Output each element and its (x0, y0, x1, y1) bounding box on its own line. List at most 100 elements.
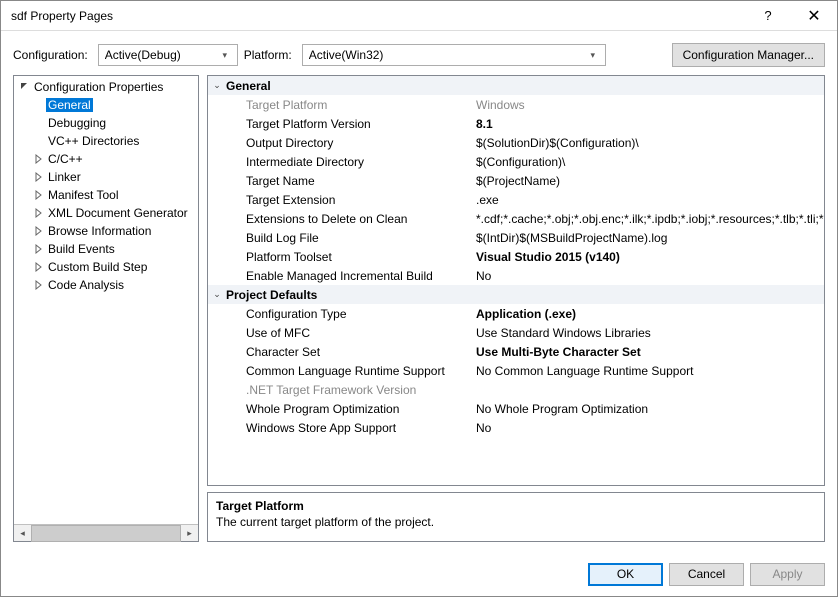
property-value[interactable]: No (470, 269, 824, 283)
help-button[interactable]: ? (745, 1, 791, 31)
tree-item[interactable]: General (14, 96, 198, 114)
expand-icon[interactable] (32, 260, 46, 274)
property-value[interactable]: Application (.exe) (470, 307, 824, 321)
tree-item[interactable]: Code Analysis (14, 276, 198, 294)
property-value[interactable]: $(SolutionDir)$(Configuration)\ (470, 136, 824, 150)
tree-item[interactable]: XML Document Generator (14, 204, 198, 222)
property-row[interactable]: Configuration TypeApplication (.exe) (208, 304, 824, 323)
tree-item[interactable]: VC++ Directories (14, 132, 198, 150)
scroll-left-icon[interactable]: ◂ (14, 525, 31, 542)
property-group-header[interactable]: ⌄Project Defaults (208, 285, 824, 304)
tree-item-label: Code Analysis (46, 278, 126, 292)
property-row[interactable]: Target Platform Version8.1 (208, 114, 824, 133)
tree-item-label: Manifest Tool (46, 188, 120, 202)
chevron-down-icon: ▾ (217, 50, 233, 61)
toolbar: Configuration: Active(Debug) ▾ Platform:… (1, 31, 837, 75)
tree-root[interactable]: Configuration Properties (14, 78, 198, 96)
configuration-combo[interactable]: Active(Debug) ▾ (98, 44, 238, 66)
tree-item[interactable]: Manifest Tool (14, 186, 198, 204)
property-row[interactable]: Target PlatformWindows (208, 95, 824, 114)
property-value[interactable]: $(ProjectName) (470, 174, 824, 188)
tree-root-label: Configuration Properties (32, 80, 165, 94)
property-value[interactable]: No Common Language Runtime Support (470, 364, 824, 378)
property-name: Platform Toolset (226, 250, 470, 264)
property-row[interactable]: Extensions to Delete on Clean*.cdf;*.cac… (208, 209, 824, 228)
expand-icon[interactable] (32, 188, 46, 202)
tree-item[interactable]: C/C++ (14, 150, 198, 168)
cancel-button[interactable]: Cancel (669, 563, 744, 586)
platform-combo[interactable]: Active(Win32) ▾ (302, 44, 606, 66)
collapse-icon[interactable] (18, 80, 32, 94)
expand-icon[interactable] (32, 170, 46, 184)
scrollbar-thumb[interactable] (31, 525, 181, 542)
chevron-down-icon: ▾ (585, 50, 601, 61)
expand-icon[interactable] (32, 242, 46, 256)
property-value[interactable]: $(IntDir)$(MSBuildProjectName).log (470, 231, 824, 245)
horizontal-scrollbar[interactable]: ◂ ▸ (14, 524, 198, 541)
apply-button[interactable]: Apply (750, 563, 825, 586)
property-value[interactable]: $(Configuration)\ (470, 155, 824, 169)
expand-icon[interactable] (32, 278, 46, 292)
property-row[interactable]: Whole Program OptimizationNo Whole Progr… (208, 399, 824, 418)
property-name: Whole Program Optimization (226, 402, 470, 416)
property-name: Target Platform Version (226, 117, 470, 131)
property-value[interactable]: Use Multi-Byte Character Set (470, 345, 824, 359)
collapse-icon[interactable]: ⌄ (208, 289, 226, 300)
property-row[interactable]: Character SetUse Multi-Byte Character Se… (208, 342, 824, 361)
group-name: General (226, 79, 470, 93)
property-value[interactable]: Visual Studio 2015 (v140) (470, 250, 824, 264)
property-row[interactable]: Output Directory$(SolutionDir)$(Configur… (208, 133, 824, 152)
tree-item-label: XML Document Generator (46, 206, 190, 220)
property-name: Extensions to Delete on Clean (226, 212, 470, 226)
dialog-buttons: OK Cancel Apply (1, 552, 837, 596)
property-row[interactable]: Use of MFCUse Standard Windows Libraries (208, 323, 824, 342)
property-row[interactable]: .NET Target Framework Version (208, 380, 824, 399)
property-row[interactable]: Intermediate Directory$(Configuration)\ (208, 152, 824, 171)
property-group-header[interactable]: ⌄General (208, 76, 824, 95)
expand-icon[interactable] (32, 152, 46, 166)
property-value[interactable]: 8.1 (470, 117, 824, 131)
expand-icon[interactable] (32, 206, 46, 220)
property-value[interactable]: .exe (470, 193, 824, 207)
property-name: Target Name (226, 174, 470, 188)
property-row[interactable]: Target Extension.exe (208, 190, 824, 209)
description-panel: Target Platform The current target platf… (207, 492, 825, 542)
tree-item-label: C/C++ (46, 152, 85, 166)
configuration-manager-button[interactable]: Configuration Manager... (672, 43, 825, 67)
tree-panel: Configuration Properties General Debugging… (13, 75, 199, 542)
property-row[interactable]: Windows Store App SupportNo (208, 418, 824, 437)
ok-button[interactable]: OK (588, 563, 663, 586)
window-title: sdf Property Pages (11, 9, 745, 23)
property-tree[interactable]: Configuration Properties General Debugging… (14, 76, 198, 524)
tree-item-label: VC++ Directories (46, 134, 141, 148)
tree-item-label: General (46, 98, 93, 112)
property-name: Enable Managed Incremental Build (226, 269, 470, 283)
platform-label: Platform: (244, 48, 292, 62)
description-title: Target Platform (216, 499, 816, 513)
close-button[interactable]: ✕ (791, 1, 837, 31)
property-row[interactable]: Target Name$(ProjectName) (208, 171, 824, 190)
property-grid[interactable]: ⌄GeneralTarget PlatformWindowsTarget Pla… (207, 75, 825, 486)
property-row[interactable]: Common Language Runtime SupportNo Common… (208, 361, 824, 380)
tree-item[interactable]: Debugging (14, 114, 198, 132)
property-row[interactable]: Build Log File$(IntDir)$(MSBuildProjectN… (208, 228, 824, 247)
property-value[interactable]: *.cdf;*.cache;*.obj;*.obj.enc;*.ilk;*.ip… (470, 212, 824, 226)
property-row[interactable]: Enable Managed Incremental BuildNo (208, 266, 824, 285)
collapse-icon[interactable]: ⌄ (208, 80, 226, 91)
tree-item-label: Browse Information (46, 224, 153, 238)
tree-item[interactable]: Browse Information (14, 222, 198, 240)
titlebar: sdf Property Pages ? ✕ (1, 1, 837, 31)
property-row[interactable]: Platform ToolsetVisual Studio 2015 (v140… (208, 247, 824, 266)
property-name: Use of MFC (226, 326, 470, 340)
tree-item[interactable]: Linker (14, 168, 198, 186)
property-name: Configuration Type (226, 307, 470, 321)
property-value[interactable]: No Whole Program Optimization (470, 402, 824, 416)
scroll-right-icon[interactable]: ▸ (181, 525, 198, 542)
tree-item[interactable]: Build Events (14, 240, 198, 258)
expand-icon[interactable] (32, 224, 46, 238)
property-name: Target Extension (226, 193, 470, 207)
property-value[interactable]: Windows (470, 98, 824, 112)
property-value[interactable]: Use Standard Windows Libraries (470, 326, 824, 340)
tree-item[interactable]: Custom Build Step (14, 258, 198, 276)
property-value[interactable]: No (470, 421, 824, 435)
